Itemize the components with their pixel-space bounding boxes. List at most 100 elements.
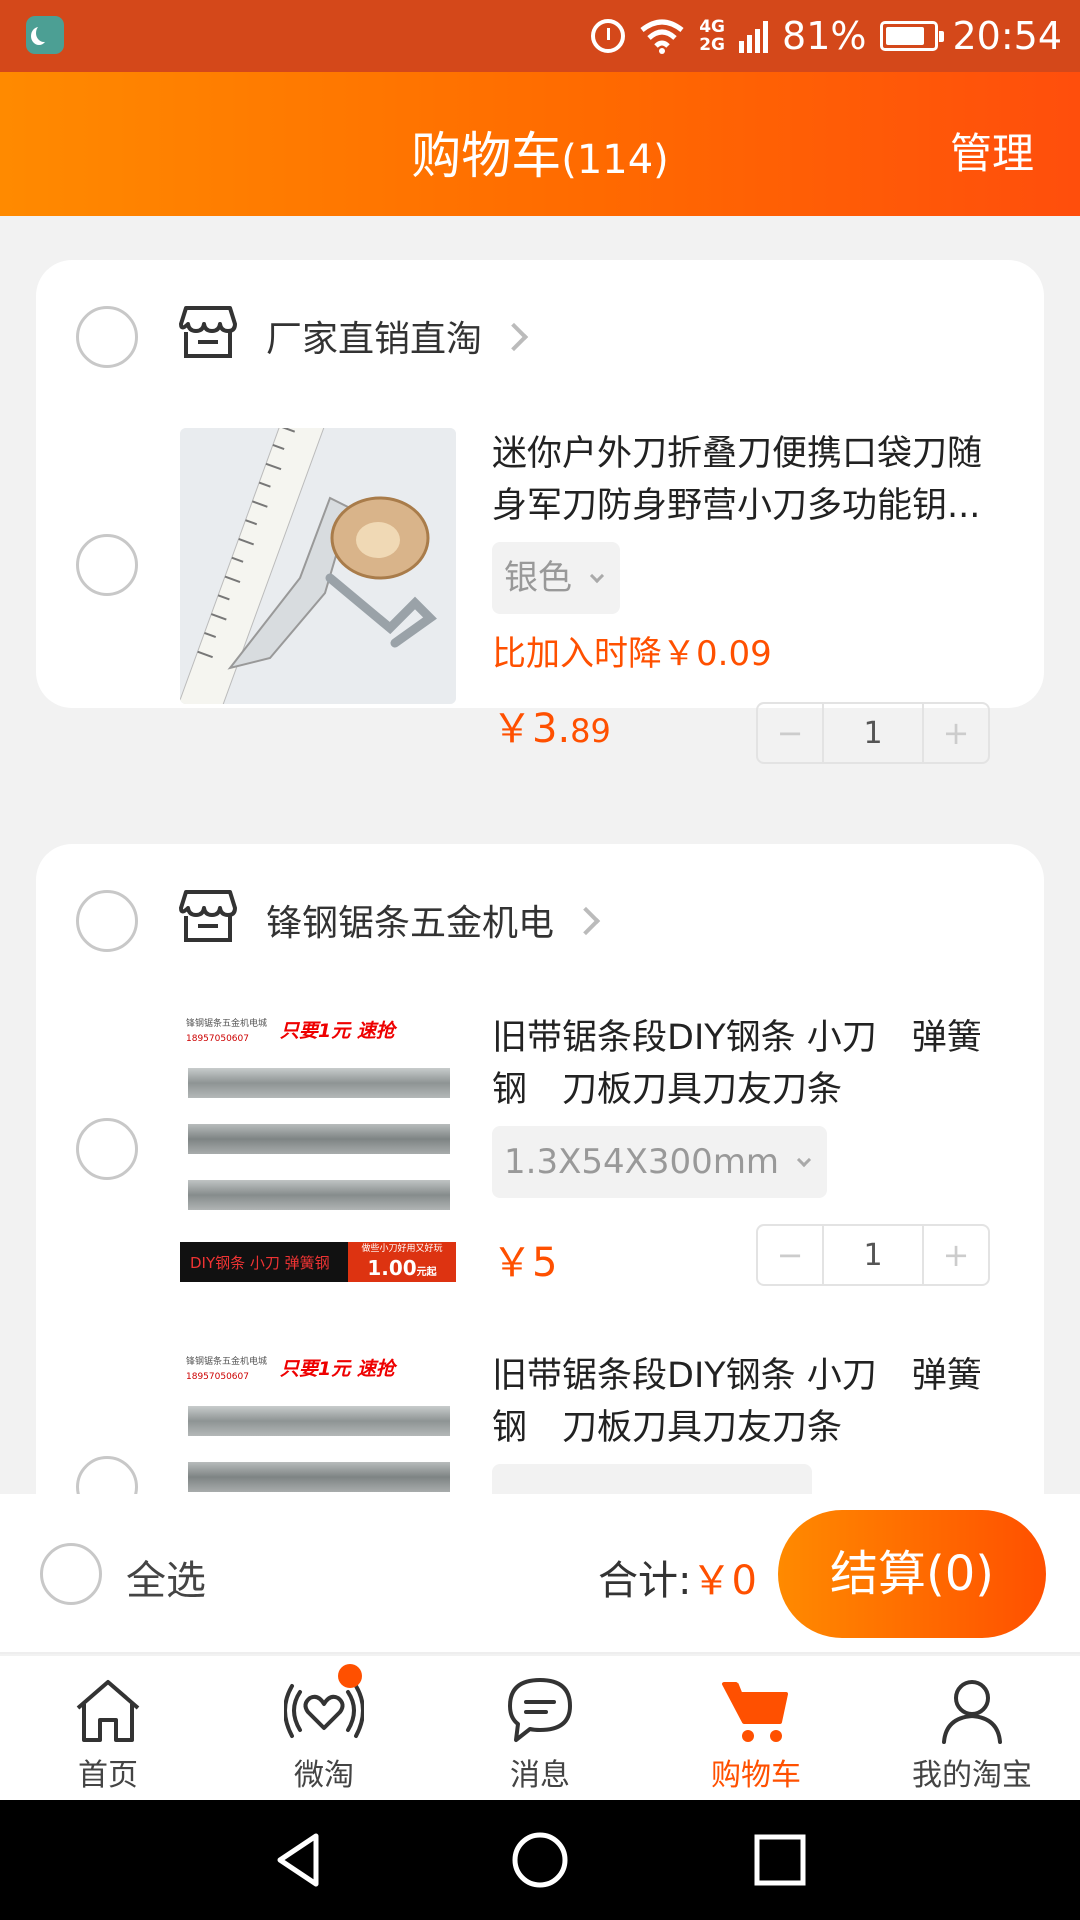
cart-list[interactable]: 厂家直销直淘 迷你户外刀折叠刀便携口袋刀随身军刀防身野营小刀多功能钥... 银色… (0, 216, 1080, 1494)
cart-item: 锋钢锯条五金机电城 18957050607 只要1元 速抢 DIY钢条 小刀 弹… (36, 1012, 1044, 1312)
image-phone-text: 18957050607 (186, 1034, 249, 1044)
price-integer: 5 (532, 1240, 558, 1286)
item-price: ￥5 (492, 1230, 557, 1288)
product-image[interactable]: 锋钢锯条五金机电城 18957050607 只要1元 速抢 (180, 1350, 456, 1494)
item-select-checkbox[interactable] (76, 534, 138, 596)
shop-select-checkbox[interactable] (76, 890, 138, 952)
increase-button[interactable]: + (924, 704, 988, 762)
page-title: 购物车(114) (0, 116, 1080, 188)
tab-weitao[interactable]: 微淘 (216, 1656, 432, 1800)
tab-label: 我的淘宝 (912, 1758, 1032, 1793)
image-shop-text: 锋钢锯条五金机电城 (186, 1357, 268, 1367)
sku-selector[interactable]: 银色 (492, 542, 620, 614)
item-select-checkbox[interactable] (76, 1118, 138, 1180)
cart-item: 锋钢锯条五金机电城 18957050607 只要1元 速抢 旧带锯条段DIY钢条… (36, 1350, 1044, 1494)
recents-icon[interactable] (750, 1830, 810, 1890)
alarm-icon (591, 19, 626, 53)
price-decimal: 89 (570, 712, 611, 750)
product-title[interactable]: 旧带锯条段DIY钢条 小刀 弹簧钢 刀板刀具刀友刀条 (492, 1012, 1012, 1116)
message-icon (508, 1678, 572, 1742)
page-header: 购物车(114) 管理 (0, 72, 1080, 216)
image-price-promo: 做些小刀好用又好玩 (361, 1244, 443, 1254)
store-icon (179, 306, 237, 358)
image-price-value: 1.00 (367, 1256, 417, 1280)
tab-my-taobao[interactable]: 我的淘宝 (864, 1656, 1080, 1800)
manage-button[interactable]: 管理 (950, 120, 1034, 181)
image-price-tag: 做些小刀好用又好玩 1.00元起 (348, 1242, 456, 1282)
back-icon[interactable] (270, 1830, 330, 1890)
signal-icon (739, 19, 769, 53)
product-image[interactable]: 锋钢锯条五金机电城 18957050607 只要1元 速抢 DIY钢条 小刀 弹… (180, 1012, 456, 1288)
quantity-value[interactable]: 1 (822, 704, 924, 762)
steel-strip-image (188, 1406, 450, 1436)
sku-value: 银色 (504, 558, 572, 598)
steel-strip-image (188, 1180, 450, 1210)
tab-messages[interactable]: 消息 (432, 1656, 648, 1800)
wifi-icon (640, 19, 684, 54)
product-title[interactable]: 旧带锯条段DIY钢条 小刀 弹簧钢 刀板刀具刀友刀条 (492, 1350, 1012, 1454)
tab-label: 微淘 (294, 1758, 354, 1793)
shop-name-link[interactable]: 锋钢锯条五金机电 (266, 894, 601, 946)
shop-card: 锋钢锯条五金机电 锋钢锯条五金机电城 18957050607 只要1元 速抢 D… (36, 844, 1044, 1494)
shop-name-link[interactable]: 厂家直销直淘 (266, 310, 529, 362)
image-promo-title: 只要1元 速抢 (280, 1020, 395, 1042)
tab-label: 购物车 (711, 1758, 801, 1793)
home-circle-icon[interactable] (510, 1830, 570, 1890)
system-nav-bar (0, 1800, 1080, 1920)
shop-select-checkbox[interactable] (76, 306, 138, 368)
bottom-tab-bar: 首页 微淘 消息 购物车 我的淘宝 (0, 1656, 1080, 1800)
total-amount: ￥0 (691, 1558, 757, 1604)
cart-icon (722, 1682, 788, 1742)
network-type-bottom: 2G (699, 35, 726, 55)
product-image[interactable] (180, 428, 456, 704)
price-drop-note: 比加入时降￥0.09 (492, 634, 772, 674)
cart-count: (114) (561, 137, 669, 183)
tab-label: 首页 (78, 1758, 138, 1793)
tab-label: 消息 (510, 1758, 570, 1793)
battery-icon (880, 21, 945, 51)
select-all-label[interactable]: 全选 (126, 1548, 206, 1606)
network-type-top: 4G (699, 17, 726, 37)
sku-value: 1.3X54X300mm (504, 1142, 780, 1182)
increase-button[interactable]: + (924, 1226, 988, 1284)
image-price-unit: 元起 (416, 1267, 437, 1278)
shop-header: 厂家直销直淘 (36, 260, 1044, 410)
steel-strip-image (188, 1068, 450, 1098)
page-title-text: 购物车 (411, 127, 562, 185)
product-title[interactable]: 迷你户外刀折叠刀便携口袋刀随身军刀防身野营小刀多功能钥... (492, 428, 1012, 532)
item-select-checkbox[interactable] (76, 1456, 138, 1494)
image-banner-text: DIY钢条 小刀 弹簧钢 (190, 1254, 330, 1272)
battery-percent: 81% (782, 14, 867, 58)
steel-strip-image (188, 1462, 450, 1492)
quantity-stepper: − 1 + (756, 1224, 990, 1286)
image-shop-text: 锋钢锯条五金机电城 (186, 1019, 268, 1029)
chevron-right-icon (499, 322, 529, 352)
checkout-button[interactable]: 结算(0) (778, 1510, 1046, 1638)
home-icon (76, 1680, 140, 1742)
quantity-value[interactable]: 1 (822, 1226, 924, 1284)
chevron-right-icon (571, 906, 601, 936)
select-all-checkbox[interactable] (40, 1543, 102, 1605)
image-banner: DIY钢条 小刀 弹簧钢 做些小刀好用又好玩 1.00元起 (180, 1242, 456, 1282)
currency-symbol: ￥ (492, 706, 532, 752)
tab-home[interactable]: 首页 (0, 1656, 216, 1800)
network-type: 4G 2G (699, 18, 725, 54)
store-icon (179, 890, 237, 942)
currency-symbol: ￥ (492, 1240, 532, 1286)
clock: 20:54 (952, 14, 1062, 58)
sku-selector[interactable]: 1.3X54X300mm (492, 1126, 828, 1198)
shop-name: 锋钢锯条五金机电 (266, 903, 555, 944)
image-promo-title: 只要1元 速抢 (280, 1358, 395, 1380)
sku-selector[interactable] (492, 1464, 812, 1494)
total-price: 合计:￥0 (598, 1548, 757, 1606)
shop-name: 厂家直销直淘 (266, 319, 483, 360)
decrease-button[interactable]: − (758, 704, 822, 762)
chevron-down-icon (589, 568, 605, 584)
shop-card: 厂家直销直淘 迷你户外刀折叠刀便携口袋刀随身军刀防身野营小刀多功能钥... 银色… (36, 260, 1044, 764)
app-notification-icon (26, 16, 64, 54)
notification-dot (338, 1664, 362, 1688)
decrease-button[interactable]: − (758, 1226, 822, 1284)
item-price: ￥3.89 (492, 696, 611, 754)
tab-cart[interactable]: 购物车 (648, 1656, 864, 1800)
cart-item: 迷你户外刀折叠刀便携口袋刀随身军刀防身野营小刀多功能钥... 银色 比加入时降￥… (36, 428, 1044, 764)
